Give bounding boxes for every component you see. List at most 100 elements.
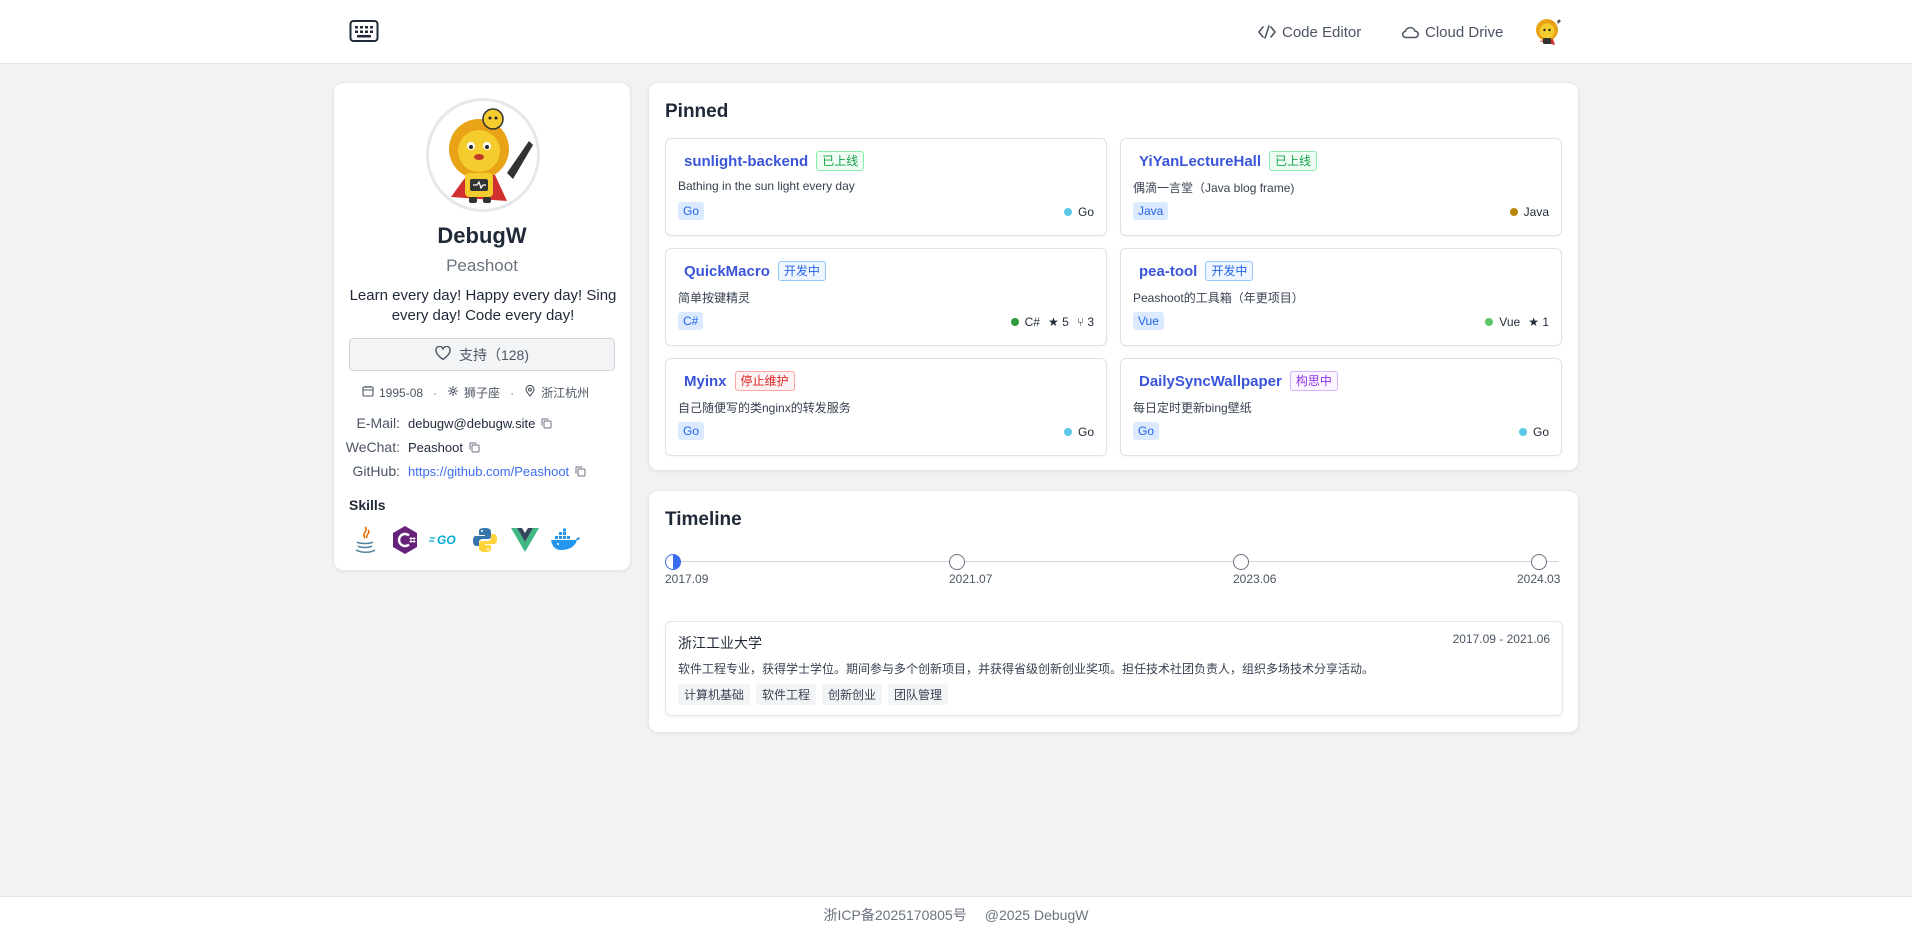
wechat-label: WeChat: xyxy=(345,439,400,455)
svg-text:GO: GO xyxy=(437,533,456,547)
status-badge: 停止维护 xyxy=(734,371,795,391)
meta-separator: · xyxy=(433,385,438,400)
page-footer: 浙ICP备2025170805号 @2025 DebugW xyxy=(0,896,1912,932)
language-name: Go xyxy=(1077,205,1094,219)
language-color-dot xyxy=(1063,208,1072,216)
user-avatar[interactable] xyxy=(1531,15,1565,49)
cloud-icon xyxy=(1401,25,1419,39)
repo-name[interactable]: sunlight-backend xyxy=(684,153,808,170)
csharp-icon xyxy=(389,524,421,556)
language-color-dot xyxy=(1509,208,1518,216)
pinned-title: Pinned xyxy=(665,101,729,122)
repo-card[interactable]: QuickMacro 开发中 简单按键精灵 C# C# ★ 5 ⑂ 3 xyxy=(665,248,1107,346)
language-name: Go xyxy=(1077,425,1094,439)
entry-title: 浙江工业大学 xyxy=(678,635,762,651)
repo-name[interactable]: YiYanLectureHall xyxy=(1139,153,1261,170)
repo-language: Go xyxy=(1063,205,1094,219)
repo-name[interactable]: Myinx xyxy=(684,373,727,390)
profile-card: DebugW Peashoot Learn every day! Happy e… xyxy=(333,82,631,571)
language-name: Java xyxy=(1523,205,1549,219)
star-count: 1 xyxy=(1542,315,1549,329)
pinned-section: Pinned sunlight-backend 已上线 Bathing in t… xyxy=(648,82,1579,471)
repo-name[interactable]: DailySyncWallpaper xyxy=(1139,373,1282,390)
profile-meta: 1995-08 · 狮子座 · 浙江杭州 xyxy=(362,384,589,401)
skills-title: Skills xyxy=(349,497,386,513)
email-label: E-Mail: xyxy=(356,415,400,431)
timeline-section: Timeline 2017.09 2021.07 2023.06 2024.03… xyxy=(648,490,1579,733)
language-color-dot xyxy=(1063,428,1072,436)
meta-separator: · xyxy=(510,385,515,400)
repo-language: Java xyxy=(1509,205,1549,219)
repo-card[interactable]: DailySyncWallpaper 构思中 每日定时更新bing壁纸 Go G… xyxy=(1120,358,1562,456)
repo-header: Myinx 停止维护 xyxy=(684,371,795,391)
java-icon xyxy=(349,524,381,556)
birth-date: 1995-08 xyxy=(379,385,424,400)
repo-name[interactable]: pea-tool xyxy=(1139,263,1197,280)
keyboard-icon[interactable] xyxy=(347,16,381,46)
timeline-date: 2023.06 xyxy=(1233,572,1277,586)
language-name: C# xyxy=(1024,315,1040,329)
repo-description: Bathing in the sun light every day xyxy=(678,179,855,193)
language-color-dot xyxy=(1010,318,1019,326)
repo-tag: Vue xyxy=(1133,312,1164,330)
github-link[interactable]: https://github.com/Peashoot xyxy=(408,464,569,479)
icp-link[interactable]: 浙ICP备2025170805号 xyxy=(824,905,967,925)
support-button[interactable]: 支持（128) xyxy=(349,338,615,371)
repo-stars: ★ 5 xyxy=(1048,315,1069,329)
timeline-node[interactable] xyxy=(1531,554,1547,570)
copy-icon[interactable] xyxy=(575,466,586,477)
copyright-text: @2025 DebugW xyxy=(984,906,1089,923)
timeline-entry-card: 浙江工业大学 2017.09 - 2021.06 软件工程专业，获得学士学位。期… xyxy=(665,621,1563,716)
repo-header: sunlight-backend 已上线 xyxy=(684,151,865,171)
docker-icon xyxy=(549,524,581,556)
repo-card[interactable]: pea-tool 开发中 Peashoot的工具箱（年更项目） Vue Vue … xyxy=(1120,248,1562,346)
repo-name[interactable]: QuickMacro xyxy=(684,263,770,280)
repo-card[interactable]: Myinx 停止维护 自己随便写的类nginx的转发服务 Go Go xyxy=(665,358,1107,456)
profile-nickname: Peashoot xyxy=(446,256,518,275)
timeline-date: 2017.09 xyxy=(665,572,709,586)
repo-language: Vue xyxy=(1485,315,1520,329)
top-navbar: Code Editor Cloud Drive xyxy=(0,0,1912,64)
repo-header: DailySyncWallpaper 构思中 xyxy=(1139,371,1338,391)
repo-tag: Go xyxy=(1133,422,1160,440)
star-icon: ★ xyxy=(1047,315,1059,329)
repo-stats: Vue ★ 1 xyxy=(1475,315,1549,329)
timeline-node[interactable] xyxy=(1233,554,1249,570)
repo-header: QuickMacro 开发中 xyxy=(684,261,826,281)
profile-bio: Learn every day! Happy every day! Sing e… xyxy=(349,287,617,324)
zodiac-sign: 狮子座 xyxy=(464,386,501,400)
repo-description: 自己随便写的类nginx的转发服务 xyxy=(678,401,851,415)
python-icon xyxy=(469,524,501,556)
copy-icon[interactable] xyxy=(541,418,552,429)
repo-header: pea-tool 开发中 xyxy=(1139,261,1254,281)
go-icon: GO xyxy=(429,524,461,556)
entry-tag: 软件工程 xyxy=(756,684,817,705)
nav-code-editor[interactable]: Code Editor xyxy=(1258,20,1361,44)
contact-github: GitHub: https://github.com/Peashoot xyxy=(334,463,586,479)
timeline-title: Timeline xyxy=(665,509,742,530)
status-badge: 开发中 xyxy=(777,261,826,281)
timeline-node[interactable] xyxy=(949,554,965,570)
timeline-node[interactable] xyxy=(665,554,681,570)
repo-language: C# xyxy=(1010,315,1040,329)
repo-description: 每日定时更新bing壁纸 xyxy=(1133,401,1252,415)
calendar-icon xyxy=(362,385,374,400)
repo-tag: Go xyxy=(678,202,705,220)
status-badge: 开发中 xyxy=(1205,261,1254,281)
repo-card[interactable]: YiYanLectureHall 已上线 偶滴一言堂（Java blog fra… xyxy=(1120,138,1562,236)
language-name: Go xyxy=(1532,425,1549,439)
copy-icon[interactable] xyxy=(469,442,480,453)
star-count: 5 xyxy=(1062,315,1069,329)
birth-item: 1995-08 xyxy=(362,385,423,400)
wechat-value: Peashoot xyxy=(408,439,463,455)
repo-card[interactable]: sunlight-backend 已上线 Bathing in the sun … xyxy=(665,138,1107,236)
entry-tag: 计算机基础 xyxy=(678,684,751,705)
fork-count: 3 xyxy=(1087,315,1094,329)
star-icon: ★ xyxy=(1528,315,1539,329)
timeline-date: 2021.07 xyxy=(949,572,993,586)
skills-list: GO xyxy=(349,524,581,556)
status-badge: 构思中 xyxy=(1289,371,1338,391)
nav-cloud-drive[interactable]: Cloud Drive xyxy=(1401,20,1503,44)
status-badge: 已上线 xyxy=(816,151,865,171)
repo-stars: ★ 1 xyxy=(1528,315,1549,329)
